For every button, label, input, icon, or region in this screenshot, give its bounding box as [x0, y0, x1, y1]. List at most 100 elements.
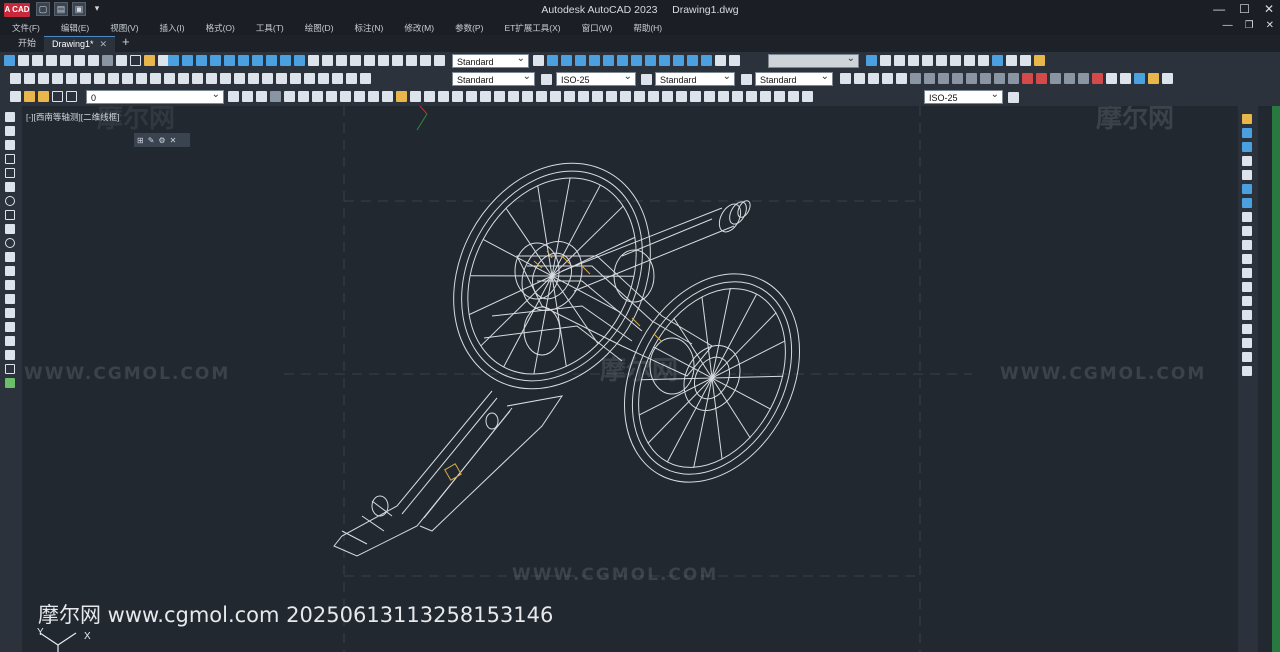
print-icon[interactable]: [312, 91, 323, 102]
clipboard-icon[interactable]: [382, 91, 393, 102]
text-style-combo-2[interactable]: Standard: [452, 70, 535, 86]
dim-radius-icon[interactable]: [896, 73, 907, 84]
open-icon[interactable]: [24, 73, 35, 84]
layer-delete-icon[interactable]: [1020, 55, 1031, 66]
make-current-icon[interactable]: [228, 91, 239, 102]
layer-unisolate-icon[interactable]: [922, 55, 933, 66]
dim-quick-2-icon[interactable]: [606, 91, 617, 102]
spline-icon[interactable]: [5, 224, 15, 234]
ucs-3point-icon[interactable]: [659, 55, 670, 66]
visual-style-icon[interactable]: [1120, 73, 1131, 84]
dim-edit-icon[interactable]: [1078, 73, 1089, 84]
layer-freeze-icon[interactable]: [950, 55, 961, 66]
menu-parametric[interactable]: 参数(P): [455, 22, 483, 34]
inspection-icon[interactable]: [1050, 73, 1061, 84]
dim-linear-2-icon[interactable]: [508, 91, 519, 102]
render-icon[interactable]: [364, 55, 375, 66]
top-view-icon[interactable]: [168, 55, 179, 66]
ne-iso-icon[interactable]: [280, 55, 291, 66]
dim-angular-icon[interactable]: [938, 73, 949, 84]
save-file-icon[interactable]: [38, 73, 49, 84]
doc-minimize-icon[interactable]: —: [1223, 20, 1233, 31]
construction-line-icon[interactable]: [5, 126, 15, 136]
layer-previous-icon[interactable]: [242, 91, 253, 102]
light-icon[interactable]: [392, 55, 403, 66]
bottom-view-icon[interactable]: [182, 55, 193, 66]
image-icon[interactable]: [480, 91, 491, 102]
multiline-text-icon[interactable]: [5, 364, 15, 374]
named-ucs-combo[interactable]: [768, 52, 859, 68]
ellipse-arc-icon[interactable]: [5, 252, 15, 262]
sweep-icon[interactable]: [144, 55, 155, 66]
drawing-viewport[interactable]: [-][西南等轴测][二维线框] ⊞ ✎ ⚙ ✕ 摩尔网 摩尔网 WWW.CGM…: [22, 106, 1238, 652]
quick-dim-icon[interactable]: [952, 73, 963, 84]
stretch-icon[interactable]: [1242, 226, 1252, 236]
layer-properties-icon[interactable]: [10, 91, 21, 102]
layer-thaw-icon[interactable]: [38, 91, 49, 102]
draworder-icon[interactable]: [1242, 366, 1252, 376]
minimize-icon[interactable]: —: [1213, 2, 1225, 16]
left-view-icon[interactable]: [196, 55, 207, 66]
extrude-icon[interactable]: [116, 55, 127, 66]
dim-style-combo-2[interactable]: ISO-25: [924, 88, 1003, 104]
dim-style-manager-icon[interactable]: [494, 91, 505, 102]
sheet-set-icon[interactable]: [304, 73, 315, 84]
center-mark-2-icon[interactable]: [676, 91, 687, 102]
ucs-icon[interactable]: [547, 55, 558, 66]
layer-combo[interactable]: 0: [86, 88, 224, 104]
extend-icon[interactable]: [1242, 254, 1252, 264]
jog-line-icon[interactable]: [1064, 73, 1075, 84]
zoom-window-icon[interactable]: [234, 73, 245, 84]
copy-icon[interactable]: [122, 73, 133, 84]
chamfer-icon[interactable]: [1242, 310, 1252, 320]
nw-iso-icon[interactable]: [294, 55, 305, 66]
menu-tools[interactable]: 工具(T): [256, 22, 284, 34]
page-setup-icon[interactable]: [354, 91, 365, 102]
properties-icon[interactable]: [262, 73, 273, 84]
dim-radius-2-icon[interactable]: [564, 91, 575, 102]
dim-text-edit-icon[interactable]: [1092, 73, 1103, 84]
dim-ordinate-2-icon[interactable]: [550, 91, 561, 102]
plotter-icon[interactable]: [340, 91, 351, 102]
menu-insert[interactable]: 插入(I): [160, 22, 185, 34]
text-style-icon[interactable]: [360, 73, 371, 84]
back-view-icon[interactable]: [238, 55, 249, 66]
layer-merge-icon[interactable]: [1006, 55, 1017, 66]
layer-prev-icon[interactable]: [894, 55, 905, 66]
torus-icon[interactable]: [74, 55, 85, 66]
3dprint-icon[interactable]: [94, 73, 105, 84]
ucs-x-icon[interactable]: [673, 55, 684, 66]
wedge-icon[interactable]: [18, 55, 29, 66]
layer-on-icon[interactable]: [24, 91, 35, 102]
ucs-object-icon[interactable]: [603, 55, 614, 66]
ucs-prev-icon[interactable]: [575, 55, 586, 66]
dim-baseline-icon[interactable]: [966, 73, 977, 84]
conceptual-style-icon[interactable]: [1148, 73, 1159, 84]
blend-icon[interactable]: [1242, 338, 1252, 348]
line-icon[interactable]: [5, 112, 15, 122]
cone-icon[interactable]: [32, 55, 43, 66]
dim-continue-icon[interactable]: [980, 73, 991, 84]
gradient-icon[interactable]: [5, 322, 15, 332]
dim-linear-icon[interactable]: [840, 73, 851, 84]
sw-iso-icon[interactable]: [252, 55, 263, 66]
dim-ordinate-icon[interactable]: [882, 73, 893, 84]
multileader-style-combo[interactable]: Standard: [755, 70, 833, 86]
redo-list-icon[interactable]: [424, 91, 435, 102]
region-icon[interactable]: [5, 336, 15, 346]
hatch-icon[interactable]: [5, 308, 15, 318]
new-tab-button[interactable]: +: [114, 34, 138, 49]
dim-style-combo[interactable]: ISO-25: [556, 70, 636, 86]
scale-icon[interactable]: [1242, 212, 1252, 222]
preview-icon[interactable]: [66, 73, 77, 84]
text-style-combo-1[interactable]: Standard: [452, 52, 529, 68]
right-view-icon[interactable]: [210, 55, 221, 66]
dim-arc-icon[interactable]: [868, 73, 879, 84]
dim-tedit-2-icon[interactable]: [704, 91, 715, 102]
help-icon[interactable]: [346, 73, 357, 84]
mirror-icon[interactable]: [1242, 142, 1252, 152]
dim-jogline-2-icon[interactable]: [788, 91, 799, 102]
dim-angular-2-icon[interactable]: [592, 91, 603, 102]
dim-baseline-2-icon[interactable]: [620, 91, 631, 102]
fly-icon[interactable]: [350, 55, 361, 66]
